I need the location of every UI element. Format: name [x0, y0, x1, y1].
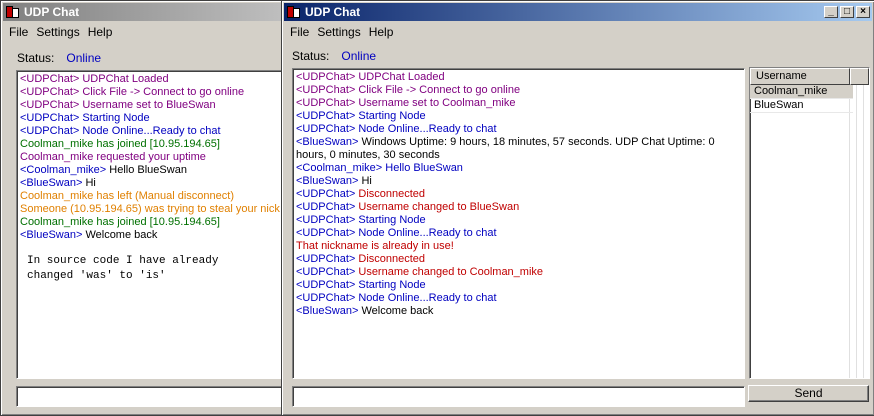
front-chat-message: <UDPChat> Click File -> Connect to go on…: [296, 84, 521, 96]
front-chat-message: <UDPChat> Starting Node: [296, 279, 426, 291]
back-chat-message: <UDPChat> Node Online...Ready to chat: [20, 125, 221, 137]
front-chat-message: <UDPChat> Node Online...Ready to chat: [296, 292, 497, 304]
front-chat-message: <BlueSwan> Windows Uptime: 9 hours, 18 m…: [296, 136, 715, 161]
front-chat-message: <UDPChat> Starting Node: [296, 110, 426, 122]
front-chat-message: That nickname is already in use!: [296, 240, 454, 252]
back-chat-window[interactable]: UDP Chat File Settings Help Status: Onlin…: [0, 0, 292, 416]
back-chat-message: Someone (10.95.194.65) was trying to ste…: [20, 203, 280, 215]
annotation-note: In source code I have already changed 'w…: [27, 255, 219, 282]
front-chat-message: <Coolman_mike> Hello BlueSwan: [296, 162, 463, 174]
front-chat-message: <UDPChat> Username changed to BlueSwan: [296, 201, 520, 213]
close-button[interactable]: ×: [856, 6, 870, 18]
front-chat-message: <UDPChat> Username set to Coolman_mike: [296, 97, 516, 109]
front-status-row: Status: Online: [292, 49, 376, 63]
back-chat-message: <UDPChat> UDPChat Loaded: [20, 73, 169, 85]
front-chat-window[interactable]: UDP Chat _ □ × File Settings Help Status…: [281, 0, 874, 416]
back-status-label: Status:: [17, 51, 55, 65]
user-list-header-row: Username: [750, 68, 869, 85]
back-status-row: Status: Online: [17, 51, 101, 65]
back-chat-message: Coolman_mike requested your uptime: [20, 151, 206, 163]
minimize-button[interactable]: _: [824, 6, 838, 18]
back-chat-message: Coolman_mike has joined [10.95.194.65]: [20, 138, 220, 150]
back-chat-log[interactable]: <UDPChat> UDPChat Loaded <UDPChat> Click …: [16, 70, 284, 379]
udp-chat-app-icon: [6, 5, 20, 19]
front-status-label: Status:: [292, 49, 330, 63]
back-title-bar[interactable]: UDP Chat: [3, 3, 289, 21]
maximize-button[interactable]: □: [840, 6, 854, 18]
back-menu-bar: File Settings Help: [5, 23, 116, 41]
back-window-title: UDP Chat: [24, 5, 80, 19]
user-list-item[interactable]: Coolman_mike: [750, 85, 853, 99]
back-status-value: Online: [66, 51, 102, 65]
back-chat-message: <Coolman_mike> Hello BlueSwan: [20, 164, 187, 176]
back-chat-message: <UDPChat> Click File -> Connect to go on…: [20, 86, 245, 98]
user-list-item[interactable]: BlueSwan: [750, 99, 853, 113]
back-chat-message: <UDPChat> Username set to BlueSwan: [20, 99, 216, 111]
front-chat-message: <UDPChat> UDPChat Loaded: [296, 71, 445, 83]
front-status-value: Online: [341, 49, 377, 63]
front-title-bar[interactable]: UDP Chat _ □ ×: [284, 3, 872, 21]
user-list[interactable]: Username Coolman_mike BlueSwan: [749, 67, 870, 379]
back-chat-message: <UDPChat> Starting Node: [20, 112, 150, 124]
back-chat-message: Coolman_mike has joined [10.95.194.65]: [20, 216, 220, 228]
front-menu-bar: File Settings Help: [286, 23, 397, 41]
front-chat-log[interactable]: <UDPChat> UDPChat Loaded <UDPChat> Click …: [292, 68, 745, 379]
back-menu-file[interactable]: File: [5, 25, 32, 39]
user-rows: Coolman_mike BlueSwan: [750, 85, 869, 378]
udp-chat-app-icon: [287, 5, 301, 19]
front-menu-settings[interactable]: Settings: [313, 25, 364, 39]
back-menu-help[interactable]: Help: [84, 25, 117, 39]
back-chat-message: <BlueSwan> Welcome back: [20, 229, 158, 241]
front-message-input[interactable]: [292, 386, 745, 407]
extra-column-header[interactable]: [850, 68, 869, 85]
send-button[interactable]: Send: [748, 385, 869, 402]
back-chat-message: <BlueSwan> Hi: [20, 177, 96, 189]
back-message-input[interactable]: [16, 386, 284, 407]
front-chat-message: <BlueSwan> Hi: [296, 175, 372, 187]
front-menu-file[interactable]: File: [286, 25, 313, 39]
front-chat-message: <UDPChat> Username changed to Coolman_mi…: [296, 266, 544, 278]
front-chat-message: <UDPChat> Disconnected: [296, 253, 426, 265]
username-column-header[interactable]: Username: [750, 68, 850, 85]
caption-buttons: _ □ ×: [822, 6, 870, 18]
back-chat-message: Coolman_mike has left (Manual disconnect…: [20, 190, 234, 202]
front-chat-message: <UDPChat> Starting Node: [296, 214, 426, 226]
back-menu-settings[interactable]: Settings: [32, 25, 83, 39]
front-chat-message: <UDPChat> Node Online...Ready to chat: [296, 227, 497, 239]
front-window-title: UDP Chat: [305, 5, 361, 19]
front-menu-help[interactable]: Help: [365, 25, 398, 39]
front-chat-message: <UDPChat> Node Online...Ready to chat: [296, 123, 497, 135]
front-chat-message: <BlueSwan> Welcome back: [296, 305, 434, 317]
front-chat-message: <UDPChat> Disconnected: [296, 188, 426, 200]
